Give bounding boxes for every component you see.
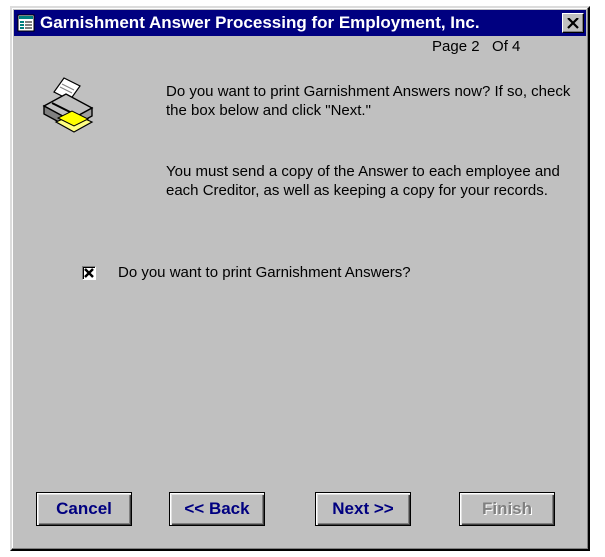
cancel-button[interactable]: Cancel — [36, 492, 132, 526]
checkmark-icon — [84, 267, 94, 278]
window-title: Garnishment Answer Processing for Employ… — [40, 13, 480, 32]
next-button[interactable]: Next >> — [315, 492, 411, 526]
close-button[interactable] — [562, 13, 584, 33]
page-indicator: Page 2 Of 4 — [432, 38, 521, 55]
print-answers-option[interactable]: Do you want to print Garnishment Answers… — [82, 264, 411, 281]
wizard-window: Garnishment Answer Processing for Employ… — [10, 6, 590, 551]
close-icon — [567, 17, 579, 29]
printer-icon — [42, 77, 94, 133]
finish-button: Finish — [459, 492, 555, 526]
copy-notice-text: You must send a copy of the Answer to ea… — [166, 163, 560, 199]
title-bar[interactable]: Garnishment Answer Processing for Employ… — [14, 10, 586, 36]
print-answers-label[interactable]: Do you want to print Garnishment Answers… — [118, 264, 411, 281]
back-button[interactable]: << Back — [169, 492, 265, 526]
form-icon — [17, 14, 35, 32]
print-answers-checkbox[interactable] — [82, 265, 96, 280]
instruction-text: Do you want to print Garnishment Answers… — [166, 83, 571, 119]
